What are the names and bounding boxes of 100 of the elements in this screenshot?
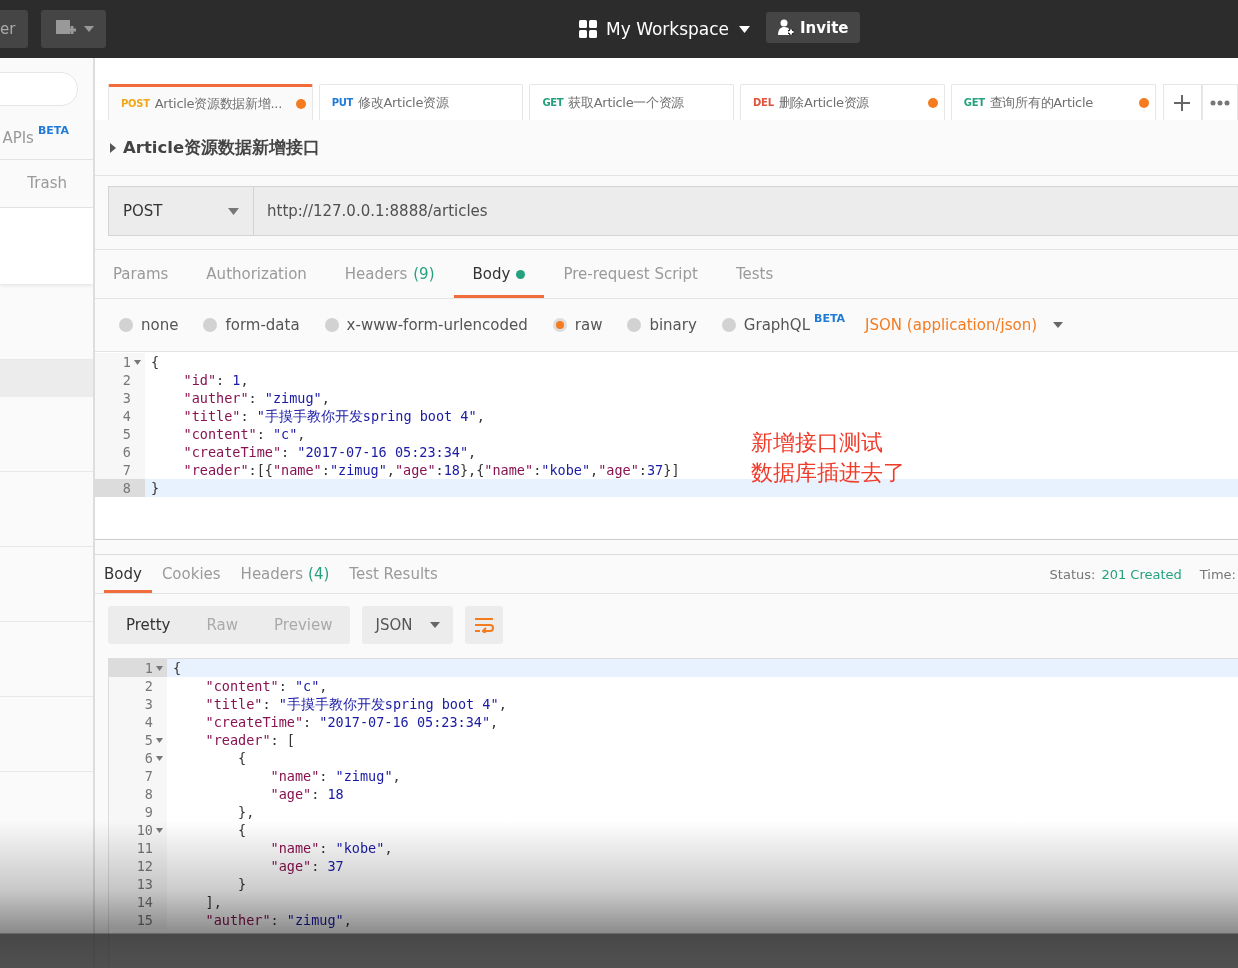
request-section-tab[interactable]: Authorization <box>187 250 326 298</box>
code-line: "content": "c", <box>182 425 306 443</box>
request-section-tab[interactable]: Headers (9) <box>325 250 454 298</box>
line-number: 1 <box>144 659 153 677</box>
time-label: Time: <box>1199 566 1236 582</box>
trash-link[interactable]: Trash <box>27 174 67 192</box>
line-number: 8 <box>144 785 153 803</box>
radio-label: none <box>141 316 179 334</box>
fold-caret-icon[interactable] <box>155 737 163 743</box>
caret-icon <box>739 25 751 33</box>
line-number: 11 <box>136 839 153 857</box>
code-line: { <box>150 353 160 371</box>
code-line: "auther": "zimug", <box>182 389 330 407</box>
code-line: "age": 37 <box>269 857 344 875</box>
request-tab[interactable]: GET 查询所有的Article <box>950 84 1156 120</box>
code-line: "createTime": "2017-07-16 05:23:34", <box>182 443 477 461</box>
request-tab[interactable]: DEL 删除Article资源 <box>740 84 945 120</box>
code-line: "id": 1, <box>182 371 249 389</box>
radio-button[interactable] <box>552 318 567 332</box>
fold-caret-icon[interactable] <box>155 755 163 761</box>
unsaved-dot <box>295 98 306 109</box>
code-line: "auther": "zimug", <box>204 911 352 929</box>
line-number: 9 <box>144 803 153 821</box>
line-number: 2 <box>122 371 131 389</box>
line-number: 3 <box>144 695 153 713</box>
radio-button[interactable] <box>721 318 736 332</box>
apis-tab[interactable]: APIs <box>2 129 34 147</box>
radio-label: form-data <box>225 316 300 334</box>
line-number: 10 <box>136 821 153 839</box>
radio-button[interactable] <box>203 318 218 332</box>
code-line: "name": "zimug", <box>269 767 401 785</box>
request-section-tab[interactable]: Body <box>453 250 545 298</box>
code-line: "title": "手摸手教你开发spring boot 4", <box>182 407 485 425</box>
annotation-text: 新增接口测试 <box>751 429 884 457</box>
view-mode-button[interactable]: Pretty <box>108 606 189 644</box>
request-section-tab[interactable]: Params <box>113 250 188 298</box>
request-tab[interactable]: POST Article资源数据新增... <box>108 84 313 120</box>
code-line: }, <box>237 803 255 821</box>
radio-button[interactable] <box>627 318 642 332</box>
caret-icon <box>83 26 94 32</box>
radio-button[interactable] <box>324 318 339 332</box>
code-line: "title": "手摸手教你开发spring boot 4", <box>204 695 507 713</box>
line-number: 5 <box>144 731 153 749</box>
code-line: ], <box>204 893 222 911</box>
response-tab[interactable]: Headers (4) <box>230 555 340 593</box>
line-number: 3 <box>122 389 131 407</box>
beta-label: BETA <box>814 312 846 325</box>
line-number: 8 <box>122 479 131 497</box>
partial-button[interactable]: er <box>0 10 28 48</box>
response-tab[interactable]: Test Results <box>339 555 448 593</box>
content-type-dropdown[interactable]: JSON (application/json) <box>865 316 1064 334</box>
new-button[interactable] <box>41 10 106 48</box>
workspace-dropdown[interactable]: My Workspace <box>606 19 751 39</box>
line-number: 13 <box>136 875 153 893</box>
request-tab[interactable]: GET 获取Article一个资源 <box>529 84 735 120</box>
line-number: 6 <box>122 443 131 461</box>
line-number: 4 <box>122 407 131 425</box>
annotation-text: 数据库插进去了 <box>751 459 905 487</box>
fold-caret-icon[interactable] <box>155 665 163 671</box>
line-number: 6 <box>144 749 153 767</box>
line-number: 14 <box>136 893 153 911</box>
code-line: "content": "c", <box>204 677 328 695</box>
grid-icon <box>578 19 598 39</box>
line-number: 15 <box>136 911 153 929</box>
more-button[interactable] <box>1202 84 1238 120</box>
more-icon <box>1210 99 1231 106</box>
line-number: 7 <box>122 461 131 479</box>
unsaved-dot <box>927 97 938 108</box>
code-line: } <box>150 479 160 497</box>
request-section-tab[interactable]: Tests <box>716 250 793 298</box>
wrap-button[interactable] <box>465 606 504 644</box>
invite-button[interactable]: Invite <box>766 12 860 43</box>
format-dropdown[interactable]: JSON <box>362 606 454 644</box>
radio-button[interactable] <box>119 318 133 332</box>
radio-label: raw <box>574 316 603 334</box>
code-line: { <box>172 659 182 677</box>
status-label: Status: <box>1049 566 1096 582</box>
line-number: 12 <box>136 857 153 875</box>
code-line: "name": "kobe", <box>269 839 393 857</box>
code-line: { <box>237 821 247 839</box>
sidebar-item[interactable] <box>0 360 93 397</box>
line-number: 4 <box>144 713 153 731</box>
new-tab-button[interactable] <box>1162 84 1203 120</box>
fold-caret-icon[interactable] <box>133 359 141 365</box>
line-number: 5 <box>122 425 131 443</box>
caret-icon <box>430 622 441 628</box>
expand-caret-icon[interactable] <box>110 142 116 153</box>
radio-label: GraphQL <box>743 316 811 334</box>
response-tab[interactable]: Cookies <box>151 555 231 593</box>
wrap-lines-icon <box>474 617 495 633</box>
code-line: "reader":[{"name":"zimug","age":18},{"name":"kobe","age":37}] <box>182 461 680 479</box>
code-line: "reader": [ <box>204 731 295 749</box>
request-name: Article资源数据新增接口 <box>123 136 321 159</box>
fold-caret-icon[interactable] <box>155 827 163 833</box>
line-number: 1 <box>122 353 131 371</box>
code-line: { <box>237 749 247 767</box>
request-tab[interactable]: PUT 修改Article资源 <box>318 84 524 120</box>
request-section-tab[interactable]: Pre-request Script <box>544 250 717 298</box>
response-tab[interactable]: Body <box>104 555 152 593</box>
line-number: 2 <box>144 677 153 695</box>
